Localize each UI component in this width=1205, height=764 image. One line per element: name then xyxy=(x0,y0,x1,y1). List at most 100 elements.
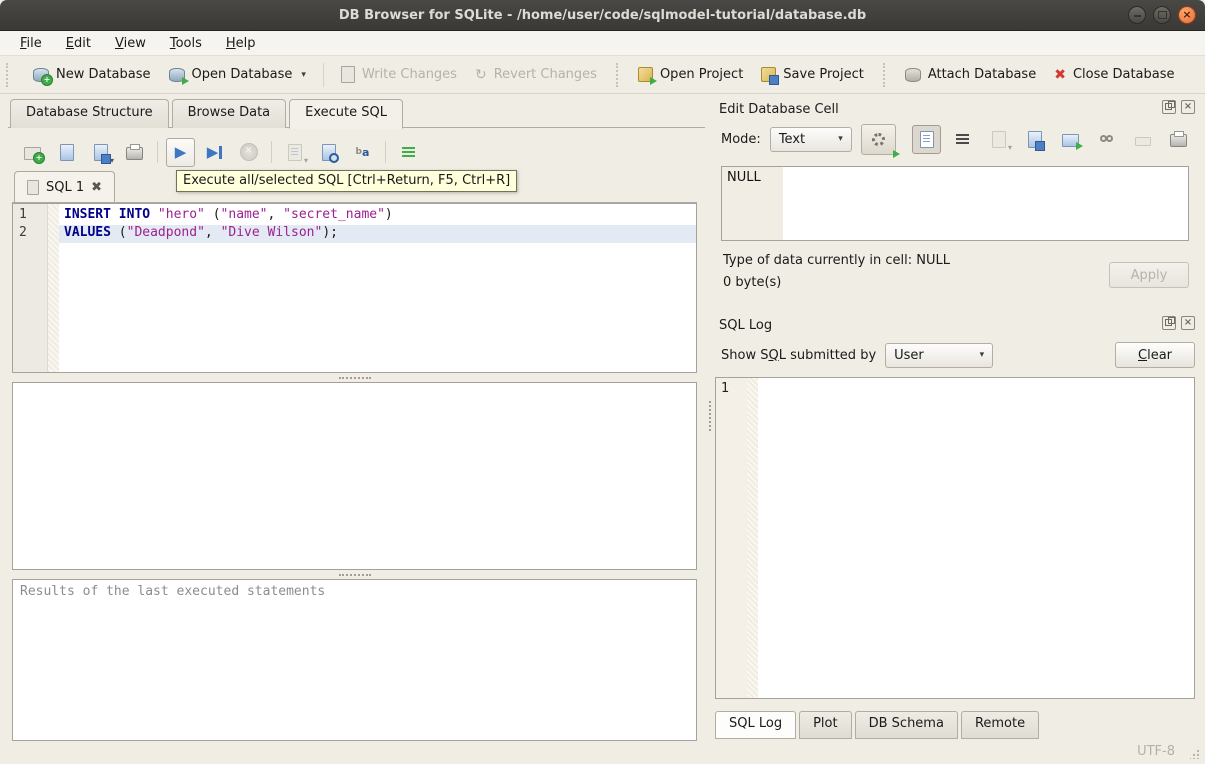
clear-button[interactable]: Clear xyxy=(1115,342,1195,368)
magnifier-glyph xyxy=(329,153,339,163)
cell-info-row: Type of data currently in cell: NULL 0 b… xyxy=(723,253,1189,297)
revert-changes-label: Revert Changes xyxy=(494,67,597,82)
log-line-number: 1 xyxy=(721,381,729,396)
splitter-handle xyxy=(339,574,371,576)
sql-plain: ( xyxy=(205,207,221,222)
splitter-vertical[interactable] xyxy=(705,94,715,738)
find-button[interactable] xyxy=(314,138,343,167)
menu-view[interactable]: View xyxy=(105,34,156,53)
tab-close-icon[interactable]: ✖ xyxy=(91,180,102,195)
menu-help[interactable]: Help xyxy=(216,34,266,53)
save-project-button[interactable]: Save Project xyxy=(752,62,873,87)
splitter-handle xyxy=(339,377,371,379)
revert-changes-button[interactable]: ↻ Revert Changes xyxy=(466,62,606,88)
close-database-button[interactable]: ✖ Close Database xyxy=(1045,62,1183,88)
new-tab-button[interactable] xyxy=(18,138,47,167)
window-title: DB Browser for SQLite - /home/user/code/… xyxy=(0,8,1205,23)
statusbar: UTF-8 xyxy=(0,738,1205,764)
find-replace-button[interactable]: ba xyxy=(348,138,377,167)
open-project-button[interactable]: Open Project xyxy=(629,62,752,87)
splitter-horizontal[interactable] xyxy=(12,570,697,579)
import-data-button[interactable]: ▾ xyxy=(984,125,1013,154)
sql-plain xyxy=(150,207,158,222)
dock-close-icon[interactable]: × xyxy=(1181,100,1195,114)
write-changes-button[interactable]: Write Changes xyxy=(332,61,466,88)
tab-remote[interactable]: Remote xyxy=(961,711,1039,739)
menu-tools[interactable]: Tools xyxy=(160,34,212,53)
stop-button[interactable]: ✕ xyxy=(234,138,263,167)
tab-sql-log[interactable]: SQL Log xyxy=(715,711,796,739)
execute-line-button[interactable]: ▶ xyxy=(200,138,229,167)
tab-plot[interactable]: Plot xyxy=(799,711,852,739)
code-area[interactable]: INSERT INTO "hero" ("name", "secret_name… xyxy=(59,204,696,372)
sql-keyword: INSERT INTO xyxy=(64,207,150,222)
cell-editor[interactable]: NULL xyxy=(721,166,1189,241)
encoding-indicator[interactable]: UTF-8 xyxy=(1137,744,1175,759)
save-sql-file-button[interactable]: ▾ xyxy=(86,138,115,167)
print-button[interactable] xyxy=(120,138,149,167)
word-wrap-button[interactable] xyxy=(948,125,977,154)
app-window: DB Browser for SQLite - /home/user/code/… xyxy=(0,0,1205,764)
dock-buttons: × xyxy=(1162,316,1195,330)
sql-plain: ); xyxy=(322,225,338,240)
chevron-down-icon: ▾ xyxy=(110,156,114,165)
save-as-button[interactable] xyxy=(1020,125,1049,154)
tab-db-schema[interactable]: DB Schema xyxy=(855,711,958,739)
save-project-label: Save Project xyxy=(783,67,864,82)
resize-grip-icon[interactable] xyxy=(1190,750,1199,759)
save-as-icon xyxy=(1028,131,1042,148)
menu-edit[interactable]: Edit xyxy=(56,34,101,53)
menu-file[interactable]: File xyxy=(10,34,52,53)
sql-log-view[interactable]: 1 xyxy=(715,377,1195,699)
dock-float-icon[interactable] xyxy=(1162,100,1176,114)
attach-database-label: Attach Database xyxy=(928,67,1036,82)
close-icon[interactable]: × xyxy=(1178,6,1196,24)
attach-database-button[interactable]: Attach Database xyxy=(896,62,1045,87)
new-database-button[interactable]: New Database xyxy=(24,62,160,87)
sql-log-title: SQL Log xyxy=(719,318,772,333)
toolbar-separator xyxy=(616,63,619,87)
sql-editor[interactable]: 1 2 INSERT INTO "hero" ("name", "secret_… xyxy=(12,203,697,373)
mode-select[interactable]: Text ▾ xyxy=(770,127,852,152)
print-cell-button[interactable] xyxy=(1164,125,1193,154)
toolbar-drag-handle[interactable] xyxy=(6,63,16,87)
cell-edit-area[interactable] xyxy=(783,167,1188,240)
results-message-pane[interactable]: Results of the last executed statements xyxy=(12,579,697,741)
sql-string: "Dive Wilson" xyxy=(221,225,323,240)
write-changes-icon xyxy=(341,66,355,83)
import-icon xyxy=(992,131,1006,148)
auto-apply-button[interactable] xyxy=(861,124,896,155)
line-number: 1 xyxy=(13,207,47,225)
submitted-by-select[interactable]: User ▾ xyxy=(885,343,993,368)
cell-null-strip: NULL xyxy=(722,167,783,240)
tab-browse-data[interactable]: Browse Data xyxy=(172,99,287,128)
submitted-by-value: User xyxy=(894,348,924,363)
open-sql-file-button[interactable] xyxy=(52,138,81,167)
chevron-down-icon[interactable]: ▾ xyxy=(301,70,306,80)
export-button[interactable] xyxy=(1056,125,1085,154)
results-grid-pane[interactable] xyxy=(12,382,697,570)
text-mode-button[interactable] xyxy=(912,125,941,154)
save-results-button[interactable]: ▾ xyxy=(280,138,309,167)
format-sql-button[interactable] xyxy=(394,138,423,167)
execute-all-button[interactable]: ▶ xyxy=(166,138,195,167)
execute-line-icon: ▶ xyxy=(207,145,219,160)
maximize-icon[interactable] xyxy=(1153,6,1171,24)
minimize-icon[interactable] xyxy=(1128,6,1146,24)
set-null-button[interactable] xyxy=(1128,125,1157,154)
log-line-gutter: 1 xyxy=(716,378,747,698)
new-database-icon xyxy=(33,68,49,82)
sql-tab-label: SQL 1 xyxy=(46,180,84,195)
splitter-horizontal[interactable] xyxy=(12,373,697,382)
tab-execute-sql[interactable]: Execute SQL xyxy=(289,99,403,129)
copy-link-button[interactable] xyxy=(1092,125,1121,154)
open-database-button[interactable]: Open Database ▾ xyxy=(160,62,315,87)
sql-tab[interactable]: SQL 1 ✖ xyxy=(14,171,115,202)
dock-close-icon[interactable]: × xyxy=(1181,316,1195,330)
dock-float-icon[interactable] xyxy=(1162,316,1176,330)
sql-log-dock-title: SQL Log × xyxy=(715,313,1195,337)
tab-database-structure[interactable]: Database Structure xyxy=(10,99,169,128)
toolbar-separator xyxy=(385,141,386,163)
apply-button[interactable]: Apply xyxy=(1109,262,1189,288)
log-content xyxy=(758,378,1194,698)
